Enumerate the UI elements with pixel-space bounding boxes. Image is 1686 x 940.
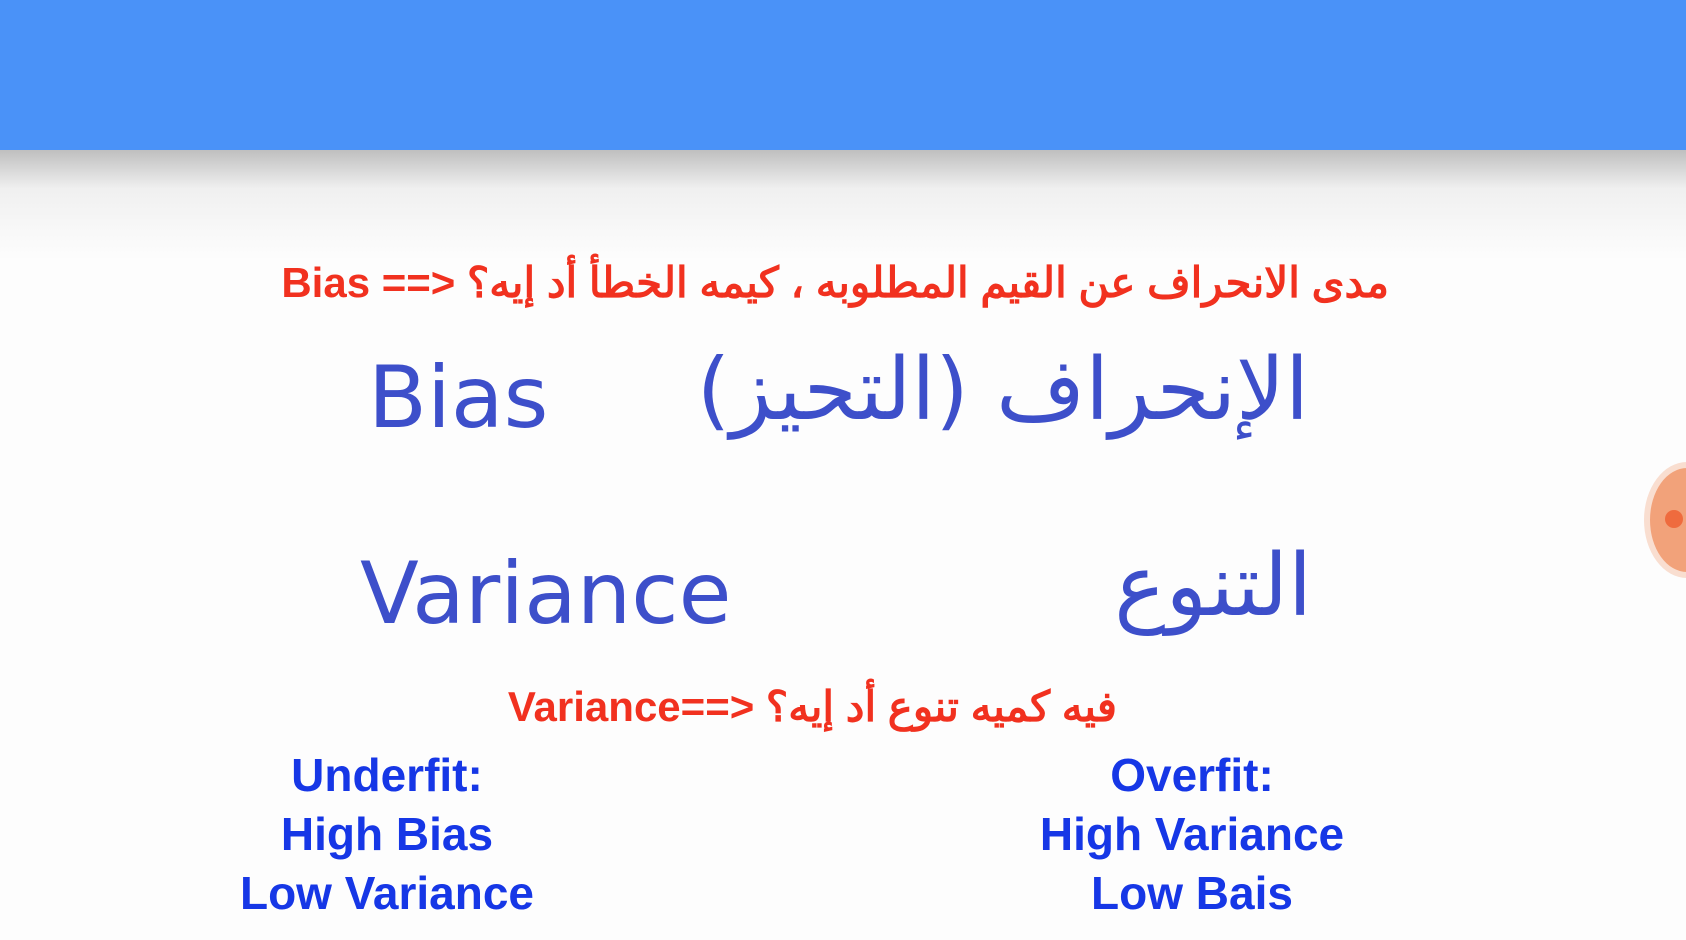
overfit-title: Overfit: (1110, 749, 1274, 801)
overfit-summary: Overfit: High Variance Low Bais (992, 746, 1392, 923)
variance-annotation: فيه كميه تنوع أد إيه؟ <==Variance (507, 683, 1117, 730)
bias-annotation: مدى الانحراف عن القيم المطلوبه ، كيمه ال… (281, 259, 1389, 306)
underfit-line-low-variance: Low Variance (239, 867, 534, 919)
top-bar-shadow (0, 150, 1686, 260)
slide-variance-ar: التنوع (1114, 536, 1312, 636)
underfit-line-high-bias: High Bias (280, 808, 494, 860)
underfit-summary: Underfit: High Bias Low Variance (187, 746, 587, 923)
overfit-line-low-bais: Low Bais (1091, 867, 1293, 919)
underfit-title: Underfit: (291, 749, 483, 801)
top-bar (0, 0, 1686, 150)
slide-bias-ar: الإنحراف (التحيز) (696, 340, 1309, 440)
slide-bias-en: Bias (368, 348, 549, 448)
slide-variance-en: Variance (360, 544, 732, 644)
handle-dot-icon (1665, 510, 1683, 528)
overfit-line-high-variance: High Variance (1039, 808, 1345, 860)
